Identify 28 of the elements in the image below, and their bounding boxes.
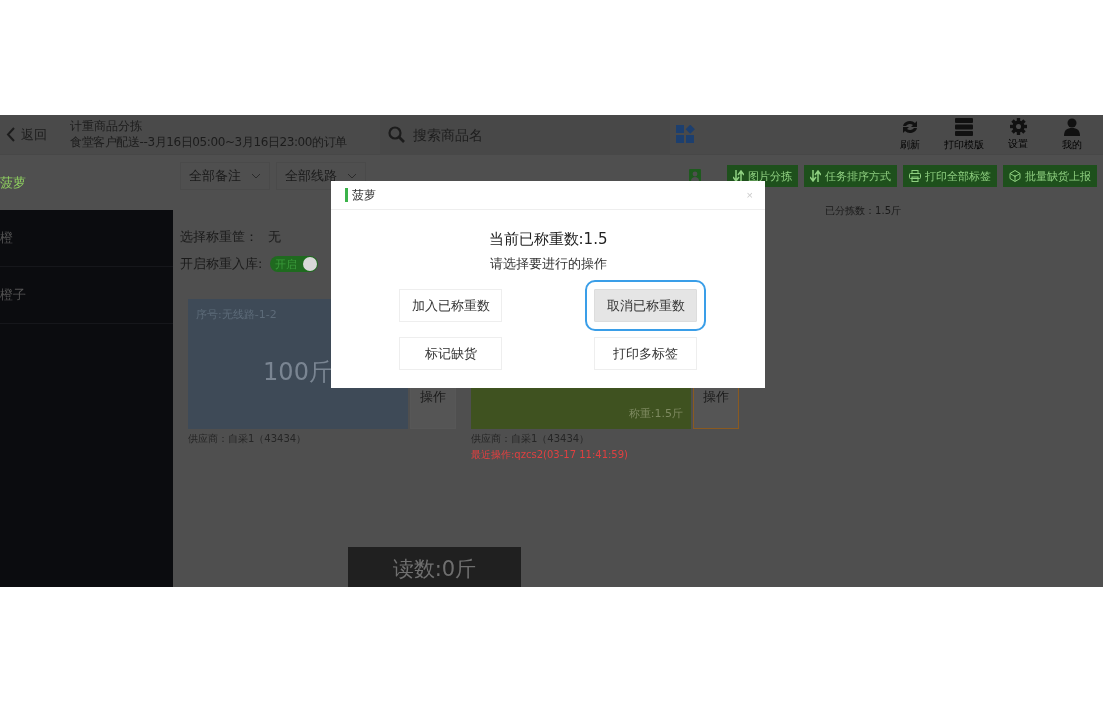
printer-icon [909,170,921,182]
toolbar-button[interactable]: 我的 [1048,117,1096,152]
card-amount: 100斤 [263,356,333,388]
dialog-option-button[interactable]: 加入已称重数 [399,289,502,322]
sort-icon [733,170,744,182]
search-icon [388,126,405,143]
toolbar-button[interactable]: 打印模版 [940,117,988,152]
dialog-title: 菠萝 [345,188,376,202]
server-icon [955,117,973,136]
action-button[interactable]: 批量缺货上报 [1003,165,1097,187]
chevron-down-icon [251,173,261,179]
last-operation-text: 最近操作:qzcs2(03-17 11:41:59) [471,448,629,462]
sidebar-item[interactable]: 菠萝 [0,155,173,210]
dialog-prompt: 请选择要进行的操作 [488,255,608,273]
dialog-option-button[interactable]: 标记缺货 [399,337,502,370]
close-button[interactable]: × [746,189,753,201]
action-button[interactable]: 任务排序方式 [804,165,897,187]
box-icon [1009,170,1021,182]
chevron-left-icon [6,127,15,142]
sidebar-item[interactable]: 橙子 [0,267,173,324]
sidebar-item[interactable]: 橙 [0,210,173,267]
chevron-down-icon [347,173,357,179]
user-icon [1064,117,1080,136]
current-weight: 当前已称重数:1.5 [487,230,609,249]
scale-reading: 读数:0斤 [348,547,521,587]
action-button[interactable]: 打印全部标签 [903,165,997,187]
sort-icon [810,170,821,182]
dialog-option-button[interactable]: 打印多标签 [594,337,697,370]
